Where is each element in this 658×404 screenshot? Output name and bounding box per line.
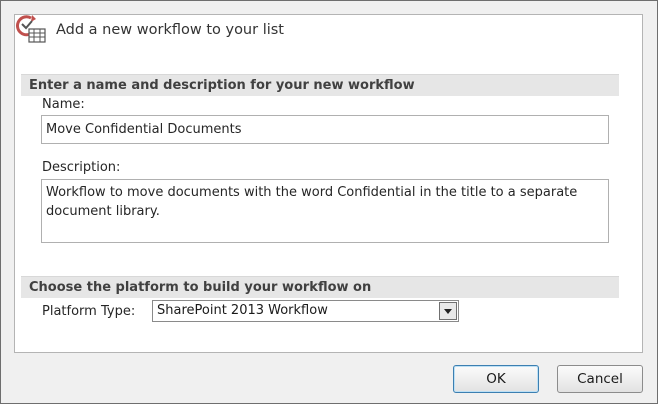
dialog-title: Add a new workflow to your list <box>56 22 284 38</box>
workflow-icon <box>15 14 49 44</box>
dialog-header: Add a new workflow to your list <box>15 14 284 44</box>
add-workflow-dialog: Add a new workflow to your list Enter a … <box>0 0 658 404</box>
description-label: Description: <box>42 160 121 175</box>
platform-type-value: SharePoint 2013 Workflow <box>157 303 328 318</box>
cancel-button[interactable]: Cancel <box>557 365 643 393</box>
platform-type-label: Platform Type: <box>42 303 136 319</box>
name-input[interactable] <box>41 115 609 144</box>
section-heading-platform: Choose the platform to build your workfl… <box>21 276 619 298</box>
chevron-down-icon[interactable] <box>439 302 457 320</box>
section-heading-name: Enter a name and description for your ne… <box>21 74 619 96</box>
platform-row: Platform Type: SharePoint 2013 Workflow <box>42 300 459 322</box>
name-label: Name: <box>42 97 85 112</box>
platform-type-select[interactable]: SharePoint 2013 Workflow <box>152 300 459 322</box>
ok-button[interactable]: OK <box>453 365 539 393</box>
description-input[interactable]: Workflow to move documents with the word… <box>41 179 609 243</box>
